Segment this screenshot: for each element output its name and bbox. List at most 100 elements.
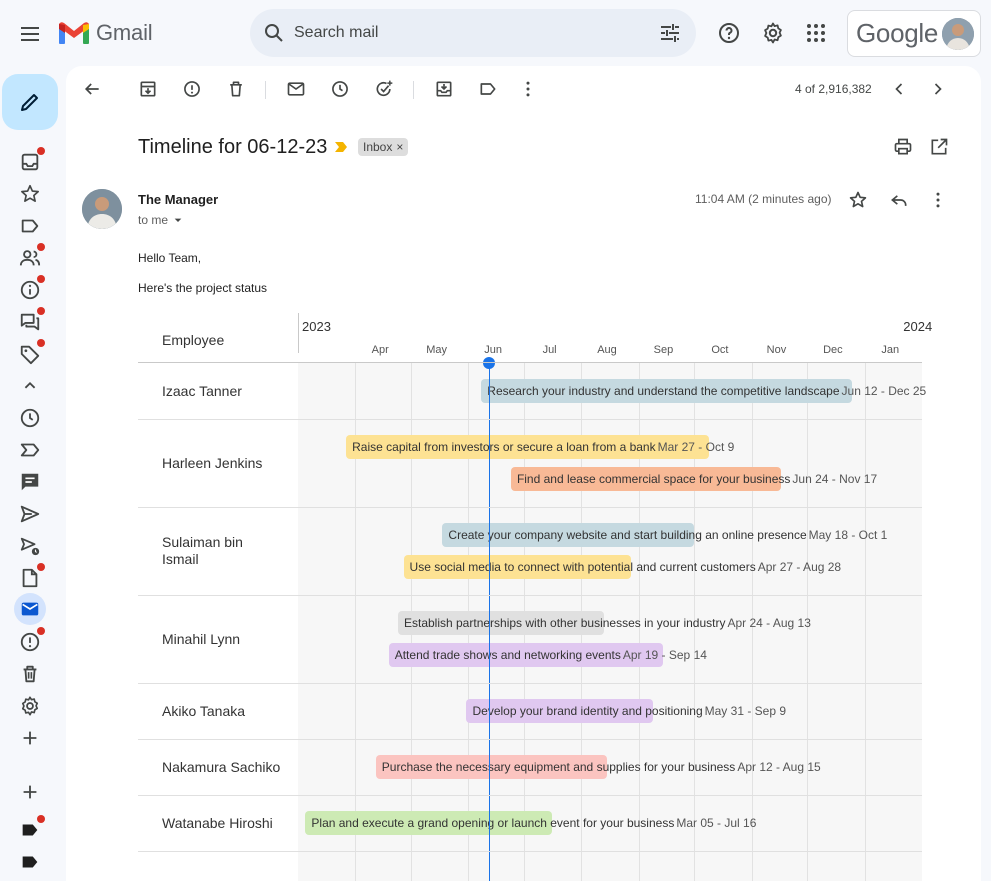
task-title: Develop your brand identity and position… xyxy=(472,704,703,718)
search-icon[interactable] xyxy=(262,21,286,45)
sidebar-item-snoozed[interactable] xyxy=(19,407,41,429)
timeline-task-bar[interactable]: Establish partnerships with other busine… xyxy=(397,611,811,635)
open-in-new-icon xyxy=(931,138,948,155)
sidebar-item-inbox[interactable] xyxy=(19,147,45,173)
sidebar-item-create-label[interactable] xyxy=(19,727,41,749)
label-filled-icon xyxy=(22,824,38,836)
sidebar-item-all-mail[interactable] xyxy=(14,593,46,625)
important-icon xyxy=(20,443,40,457)
sidebar-item-important[interactable] xyxy=(19,215,41,237)
search-input[interactable] xyxy=(294,21,634,45)
sidebar-item-updates[interactable] xyxy=(19,275,45,301)
timeline-month-label: Dec xyxy=(823,344,843,356)
more-options-button[interactable] xyxy=(518,79,538,99)
move-to-button[interactable] xyxy=(434,79,454,99)
close-icon[interactable]: × xyxy=(396,138,403,156)
main-menu-button[interactable] xyxy=(18,22,42,46)
labels-button[interactable] xyxy=(478,79,498,99)
timeline-task-bar[interactable]: Attend trade shows and networking events… xyxy=(388,643,707,667)
gmail-m-icon xyxy=(59,22,89,44)
timeline-task-bar[interactable]: Research your industry and understand th… xyxy=(481,379,926,403)
timeline-row-label: Harleen Jenkins xyxy=(162,454,263,471)
google-account-button[interactable]: Google xyxy=(847,10,981,57)
account-avatar xyxy=(942,18,974,50)
timeline-task-bar[interactable]: Raise capital from investors or secure a… xyxy=(346,435,734,459)
add-to-tasks-button[interactable] xyxy=(374,79,394,99)
delete-button[interactable] xyxy=(226,79,246,99)
sidebar-item-manage-labels[interactable] xyxy=(19,695,41,717)
archive-button[interactable] xyxy=(138,79,158,99)
star-button[interactable] xyxy=(848,190,868,210)
print-icon xyxy=(894,138,912,155)
sidebar-item-social[interactable] xyxy=(19,243,45,269)
body-intro: Here's the project status xyxy=(138,281,268,295)
print-button[interactable] xyxy=(893,137,913,157)
sidebar-item-starred[interactable] xyxy=(19,183,41,205)
timeline-task-bar[interactable]: Find and lease commercial space for your… xyxy=(510,467,877,491)
sidebar-item-forums[interactable] xyxy=(19,307,45,333)
timeline-chart: Employee Izaac Tanner Harleen Jenkins Sula… xyxy=(138,313,932,881)
sidebar-item-drafts[interactable] xyxy=(19,563,45,589)
report-spam-button[interactable] xyxy=(182,79,202,99)
support-button[interactable] xyxy=(717,21,741,45)
plus-icon xyxy=(23,731,37,745)
task-dates: Apr 12 - Aug 15 xyxy=(737,760,821,774)
timeline-year-label: 2023 xyxy=(302,319,331,334)
timeline-task-bar[interactable]: Develop your brand identity and position… xyxy=(466,699,786,723)
task-dates: Apr 24 - Aug 13 xyxy=(727,616,811,630)
timeline-task-bar[interactable]: Plan and execute a grand opening or laun… xyxy=(305,811,756,835)
timeline-task-bar[interactable]: Use social media to connect with potenti… xyxy=(403,555,841,579)
sidebar-labels-add[interactable] xyxy=(19,781,41,803)
task-dates: Jun 24 - Nov 17 xyxy=(792,472,878,486)
sidebar-item-promotions[interactable] xyxy=(19,339,45,365)
reply-icon xyxy=(891,195,907,206)
timeline-month-label: May xyxy=(426,344,448,356)
sender-name[interactable]: The Manager xyxy=(138,192,218,207)
timeline-year-label: 2024 xyxy=(903,319,933,334)
reply-button[interactable] xyxy=(889,190,909,210)
sidebar-item-collapse[interactable] xyxy=(19,375,41,397)
apps-button[interactable] xyxy=(804,21,828,45)
mark-unread-button[interactable] xyxy=(286,79,306,99)
search-options-icon[interactable] xyxy=(658,21,682,45)
newer-button[interactable] xyxy=(889,79,909,99)
task-dates: Mar 27 - Oct 9 xyxy=(657,440,735,454)
message-more-button[interactable] xyxy=(928,190,948,210)
sidebar-item-chats[interactable] xyxy=(19,471,41,493)
timeline-task-bar[interactable]: Purchase the necessary equipment and sup… xyxy=(375,755,821,779)
timeline-task-bar[interactable]: Create your company website and start bu… xyxy=(442,523,887,547)
recipient-details[interactable]: to me xyxy=(138,212,186,228)
sender-avatar[interactable] xyxy=(82,189,122,229)
open-new-window-button[interactable] xyxy=(929,137,949,157)
sidebar-item-important-label[interactable] xyxy=(19,439,41,461)
search-bar[interactable] xyxy=(250,9,696,57)
gmail-logo[interactable]: Gmail xyxy=(58,20,153,46)
sidebar-item-sent[interactable] xyxy=(19,503,41,525)
sidebar-label-2[interactable] xyxy=(19,851,41,873)
importance-marker-icon[interactable] xyxy=(334,141,348,153)
task-dates: Apr 19 - Sep 14 xyxy=(622,648,707,662)
more-vertical-icon xyxy=(936,192,940,208)
recipient-text: to me xyxy=(138,213,169,227)
back-button[interactable] xyxy=(82,79,102,99)
timeline-row-divider xyxy=(138,419,922,420)
label-chip-inbox[interactable]: Inbox × xyxy=(358,138,409,156)
task-dates: Apr 27 - Aug 28 xyxy=(757,560,842,574)
snooze-button[interactable] xyxy=(330,79,350,99)
timeline-gridline xyxy=(864,363,866,881)
sidebar-item-spam[interactable] xyxy=(19,627,45,653)
trash-icon xyxy=(230,81,242,97)
hamburger-icon xyxy=(21,27,39,41)
timeline-month-label: Sep xyxy=(653,344,674,356)
task-title: Purchase the necessary equipment and sup… xyxy=(381,760,736,774)
chat-icon xyxy=(21,473,39,491)
compose-button[interactable] xyxy=(2,74,58,130)
older-button[interactable] xyxy=(928,79,948,99)
settings-button[interactable] xyxy=(761,21,785,45)
product-name: Gmail xyxy=(96,20,153,45)
sidebar-item-scheduled[interactable] xyxy=(19,535,41,557)
sidebar-label-1[interactable] xyxy=(19,815,45,841)
message-view: 4 of 2,916,382 Timeline for 06-12-23 Inb… xyxy=(66,66,981,881)
gear-icon xyxy=(21,696,39,716)
sidebar-item-trash[interactable] xyxy=(19,663,41,685)
